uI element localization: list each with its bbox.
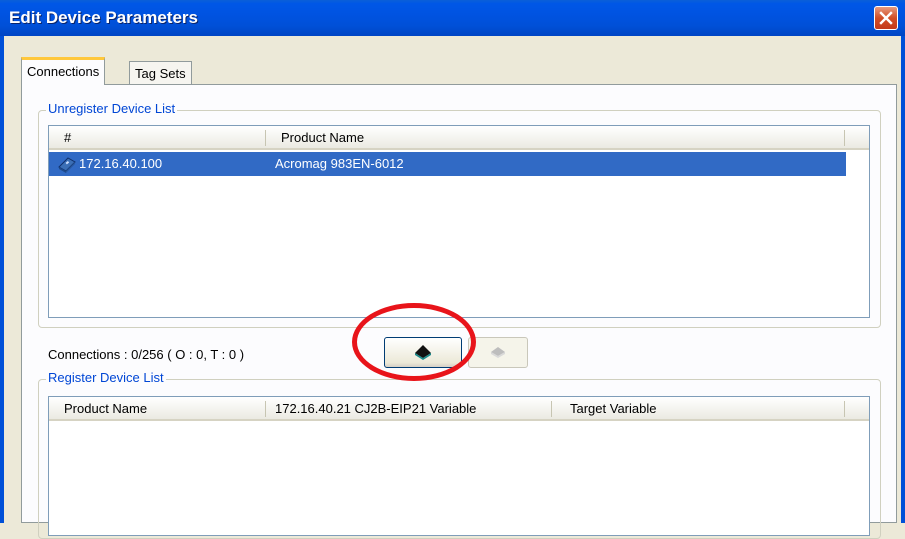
column-separator[interactable]	[265, 401, 266, 417]
close-icon	[879, 11, 893, 25]
close-button[interactable]	[874, 6, 898, 30]
tab-connections-label: Connections	[27, 64, 100, 79]
column-header-source-variable[interactable]: 172.16.40.21 CJ2B-EIP21 Variable	[275, 401, 476, 416]
column-header-target-variable[interactable]: Target Variable	[570, 401, 656, 416]
register-device-button[interactable]	[384, 337, 462, 368]
column-header-product-name[interactable]: Product Name	[281, 130, 364, 145]
unregister-device-button[interactable]	[468, 337, 528, 368]
column-separator[interactable]	[844, 130, 845, 146]
title-bar: Edit Device Parameters	[0, 0, 905, 36]
column-separator[interactable]	[844, 401, 845, 417]
register-group-label: Register Device List	[46, 370, 166, 385]
tab-tag-sets-label: Tag Sets	[135, 66, 186, 81]
unregister-list-header: # Product Name	[49, 126, 869, 150]
column-separator[interactable]	[551, 401, 552, 417]
table-row[interactable]: 172.16.40.100 Acromag 983EN-6012	[49, 152, 846, 176]
tab-connections[interactable]: Connections	[21, 57, 106, 85]
connections-status: Connections : 0/256 ( O : 0, T : 0 )	[48, 347, 245, 362]
window-title: Edit Device Parameters	[9, 8, 198, 27]
column-header-number[interactable]: #	[64, 130, 71, 145]
column-header-product-name[interactable]: Product Name	[64, 401, 147, 416]
move-down-icon	[491, 347, 505, 358]
device-product-name: Acromag 983EN-6012	[275, 156, 404, 171]
unregister-device-list[interactable]: # Product Name 172.16.40.100 Acromag 983…	[48, 125, 870, 318]
device-icon	[57, 155, 77, 176]
move-up-icon	[415, 345, 431, 360]
column-separator[interactable]	[265, 130, 266, 146]
register-list-header: Product Name 172.16.40.21 CJ2B-EIP21 Var…	[49, 397, 869, 421]
device-address: 172.16.40.100	[79, 156, 163, 171]
register-device-list[interactable]: Product Name 172.16.40.21 CJ2B-EIP21 Var…	[48, 396, 870, 536]
tab-tag-sets[interactable]: Tag Sets	[129, 61, 192, 85]
unregister-group-label: Unregister Device List	[46, 101, 178, 116]
